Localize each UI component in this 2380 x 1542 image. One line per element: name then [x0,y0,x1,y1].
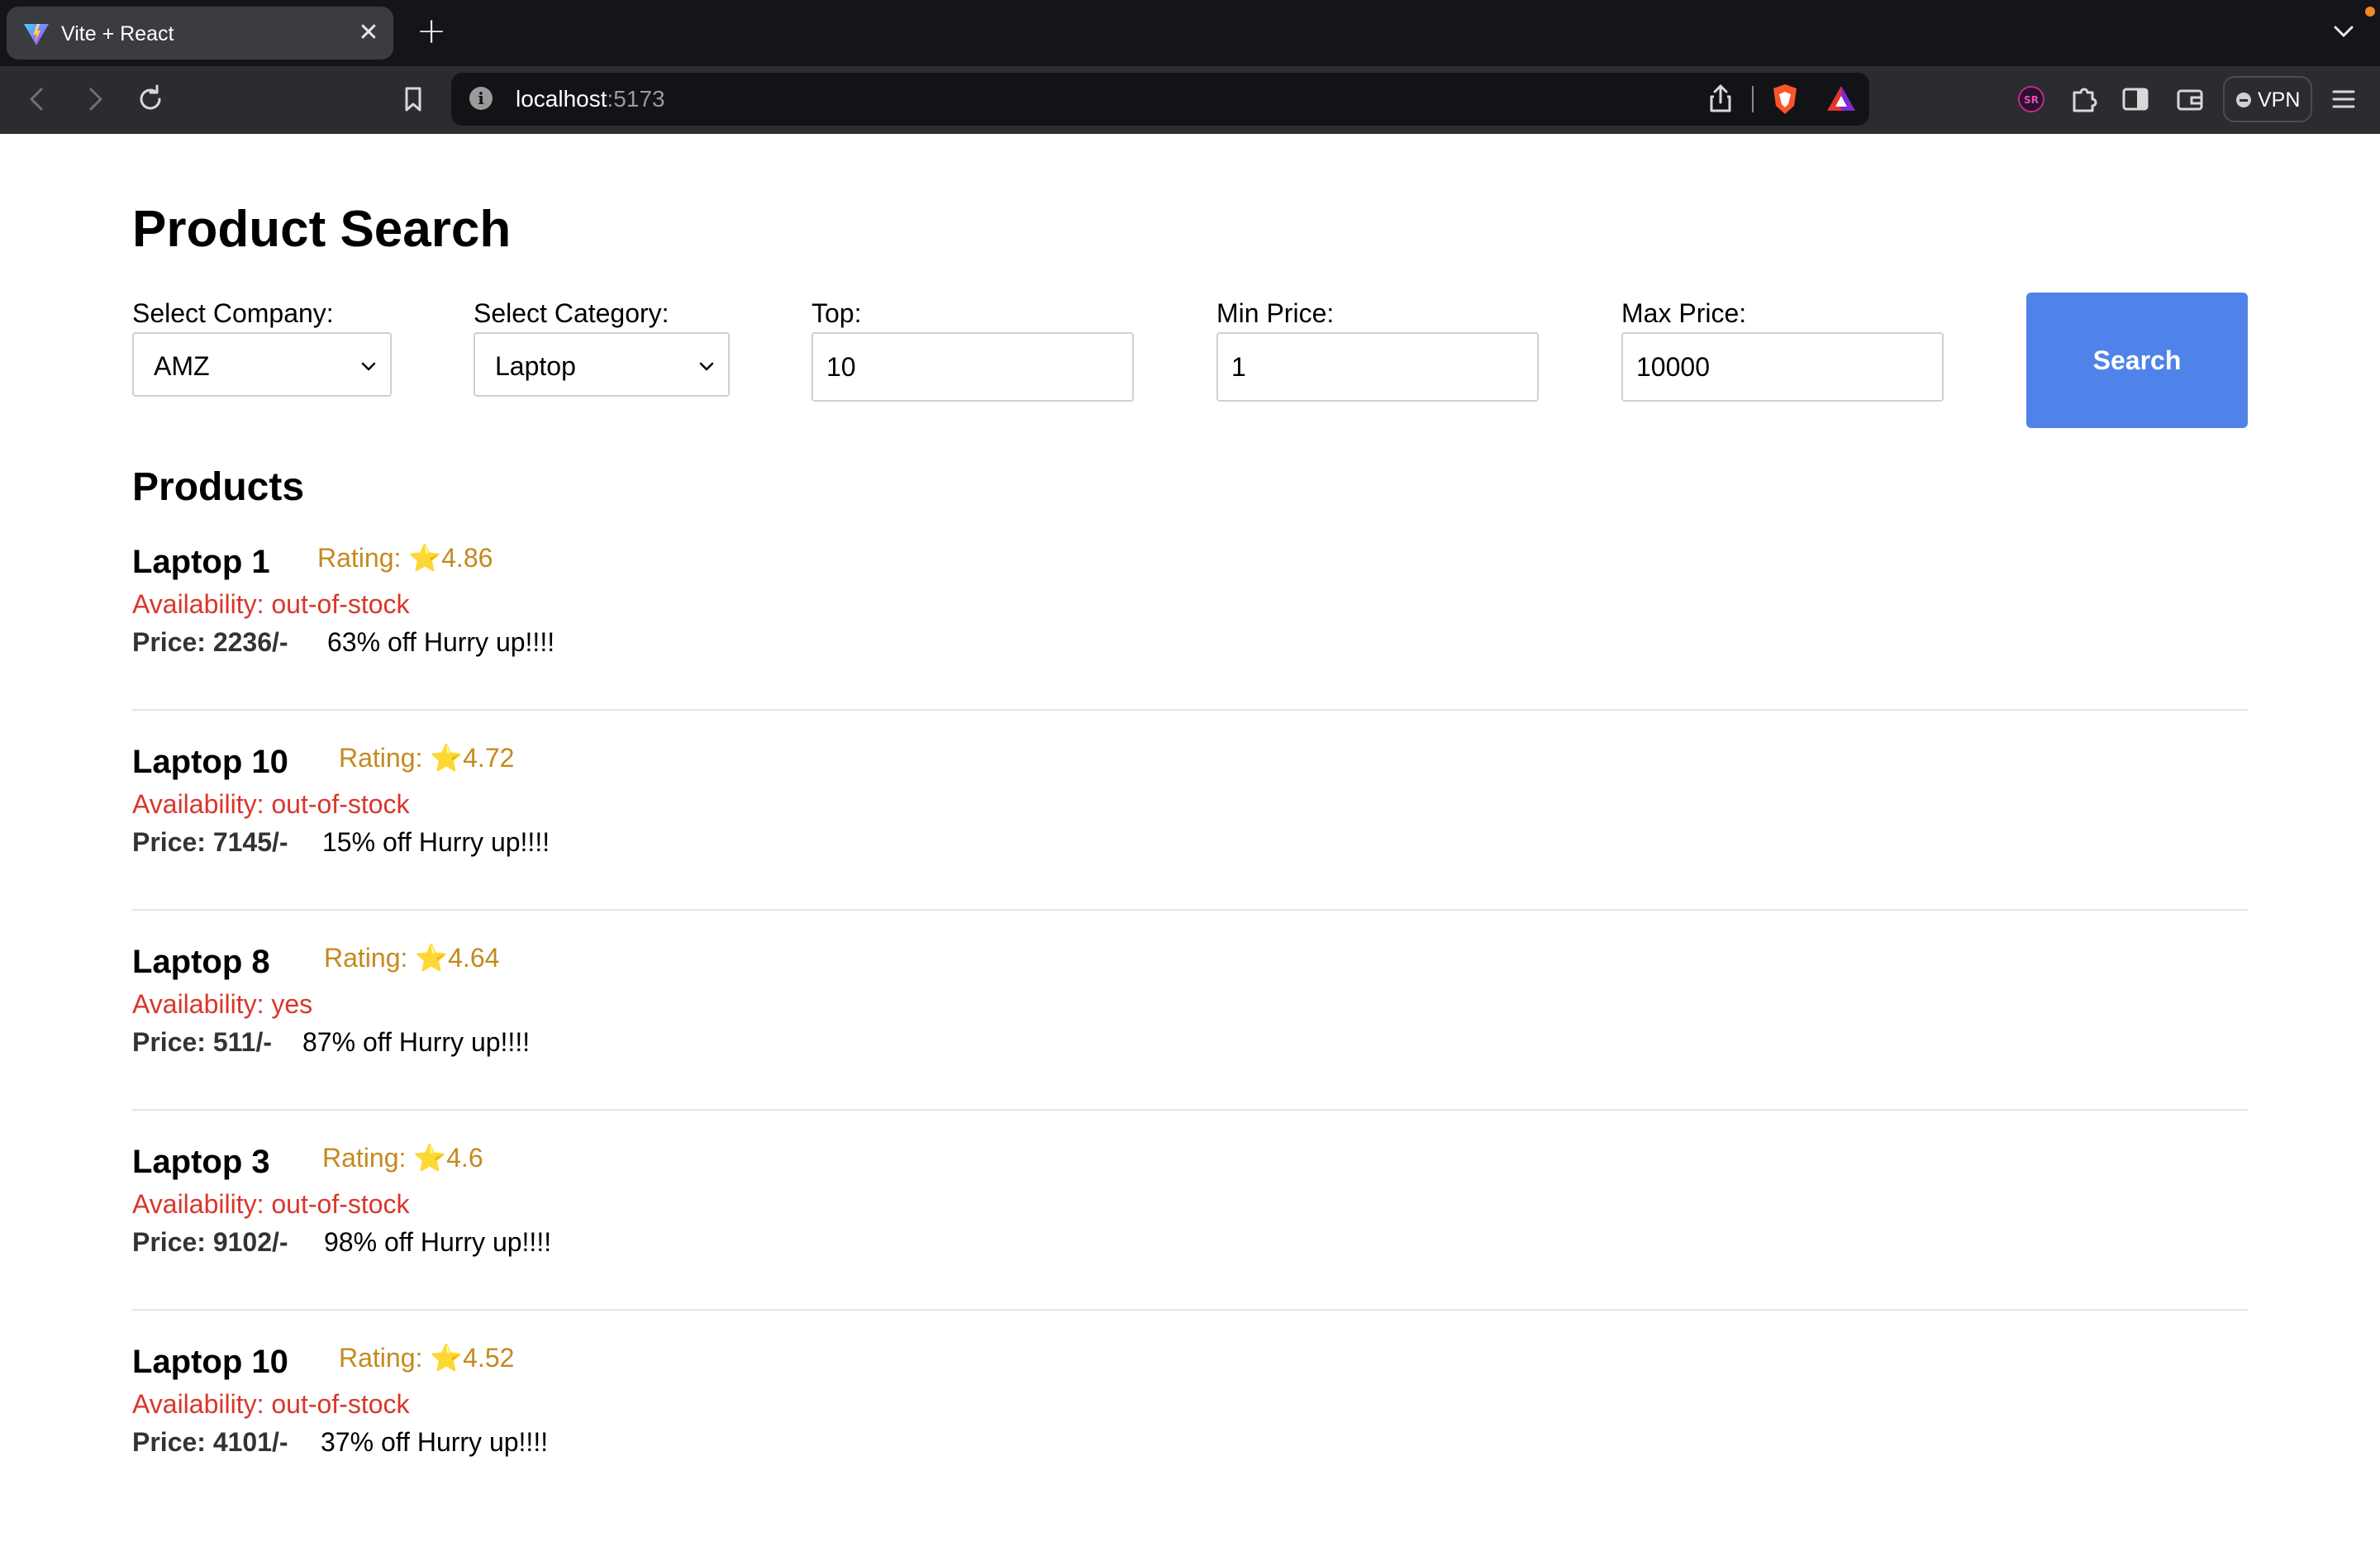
sidebar-icon[interactable] [2117,81,2154,117]
rating-label: Rating: [339,1343,423,1373]
list-item: Laptop 8 Rating: ⭐4.64 Availability: yes… [132,942,2248,1142]
star-icon: ⭐ [415,942,449,973]
tab-bar: Vite + React ✕ + [0,0,2380,66]
rating-value: 4.52 [463,1343,515,1373]
min-price-input[interactable] [1216,332,1539,402]
divider [132,1309,2248,1311]
plus-icon[interactable]: + [415,13,448,50]
product-availability: Availability: out-of-stock [132,589,410,619]
product-rating: Rating: ⭐4.72 [339,742,514,773]
list-item: Laptop 10 Rating: ⭐4.52 Availability: ou… [132,1342,2248,1542]
product-name: Laptop 10 [132,744,288,780]
star-icon: ⭐ [430,742,464,773]
product-rating: Rating: ⭐4.86 [317,542,493,573]
reload-icon[interactable] [132,81,169,117]
url-separator [1752,86,1754,112]
brave-rewards-icon[interactable] [1823,81,1859,117]
max-price-input[interactable] [1621,332,1944,402]
product-availability: Availability: out-of-stock [132,1389,410,1419]
product-name: Laptop 10 [132,1344,288,1380]
rating-label: Rating: [339,743,423,773]
top-input[interactable] [812,332,1134,402]
star-icon: ⭐ [408,542,442,573]
url-host: localhost [516,86,607,112]
min-price-label: Min Price: [1216,298,1335,328]
vpn-label: VPN [2258,88,2301,112]
info-icon[interactable]: i [469,87,493,110]
product-name: Laptop 8 [132,944,270,980]
bookmark-icon[interactable] [395,81,431,117]
product-rating: Rating: ⭐4.52 [339,1342,514,1373]
tab-title: Vite + React [61,22,174,45]
close-icon[interactable]: ✕ [354,18,383,48]
page-title: Product Search [132,201,512,258]
chevron-down-icon [699,362,714,371]
category-select[interactable]: Laptop [474,332,730,397]
vite-favicon [24,24,49,45]
product-discount: 63% off Hurry up!!!! [327,627,555,657]
notification-dot [2365,7,2375,17]
divider [132,709,2248,711]
back-arrow-icon[interactable] [20,81,56,117]
product-discount: 98% off Hurry up!!!! [324,1227,552,1257]
browser-tab[interactable]: Vite + React ✕ [7,7,393,59]
rating-value: 4.6 [446,1143,483,1173]
rating-label: Rating: [324,943,408,973]
wallet-icon[interactable] [2172,81,2208,117]
url-text[interactable]: localhost:5173 [516,86,665,112]
rating-value: 4.72 [463,743,515,773]
product-rating: Rating: ⭐4.6 [322,1142,483,1173]
forward-arrow-icon[interactable] [76,81,112,117]
rating-label: Rating: [317,543,402,573]
company-label: Select Company: [132,298,334,328]
product-availability: Availability: yes [132,989,313,1019]
chevron-down-icon [361,362,376,371]
list-item: Laptop 10 Rating: ⭐4.72 Availability: ou… [132,742,2248,942]
rating-value: 4.64 [448,943,500,973]
product-price: Price: 9102/- [132,1227,288,1257]
chevron-down-icon[interactable] [2327,15,2360,48]
products-heading: Products [132,465,305,509]
list-item: Laptop 1 Rating: ⭐4.86 Availability: out… [132,542,2248,742]
vpn-button[interactable]: VPN [2223,76,2312,122]
vpn-status-icon [2236,93,2251,107]
company-select[interactable]: AMZ [132,332,392,397]
product-price: Price: 511/- [132,1027,272,1057]
star-icon: ⭐ [413,1142,447,1173]
svg-text:SR: SR [2024,94,2039,106]
extension-sr-icon[interactable]: SR [2013,81,2049,117]
product-discount: 37% off Hurry up!!!! [321,1427,549,1457]
product-discount: 87% off Hurry up!!!! [302,1027,531,1057]
product-discount: 15% off Hurry up!!!! [322,827,550,857]
company-select-value: AMZ [154,351,210,381]
category-label: Select Category: [474,298,669,328]
url-port: :5173 [607,86,665,112]
product-price: Price: 4101/- [132,1427,288,1457]
product-availability: Availability: out-of-stock [132,789,410,819]
product-price: Price: 2236/- [132,627,288,657]
product-availability: Availability: out-of-stock [132,1189,410,1219]
product-price: Price: 7145/- [132,827,288,857]
brave-shield-icon[interactable] [1767,81,1803,117]
divider [132,909,2248,911]
max-price-label: Max Price: [1621,298,1747,328]
rating-value: 4.86 [441,543,493,573]
product-rating: Rating: ⭐4.64 [324,942,499,973]
category-select-value: Laptop [495,351,576,381]
star-icon: ⭐ [430,1342,464,1373]
product-name: Laptop 1 [132,544,270,580]
divider [132,1109,2248,1111]
product-name: Laptop 3 [132,1144,270,1180]
search-button[interactable]: Search [2026,293,2248,428]
list-item: Laptop 3 Rating: ⭐4.6 Availability: out-… [132,1142,2248,1342]
puzzle-icon[interactable] [2066,81,2102,117]
top-label: Top: [812,298,862,328]
menu-icon[interactable] [2325,81,2362,117]
rating-label: Rating: [322,1143,407,1173]
share-icon[interactable] [1702,81,1739,117]
